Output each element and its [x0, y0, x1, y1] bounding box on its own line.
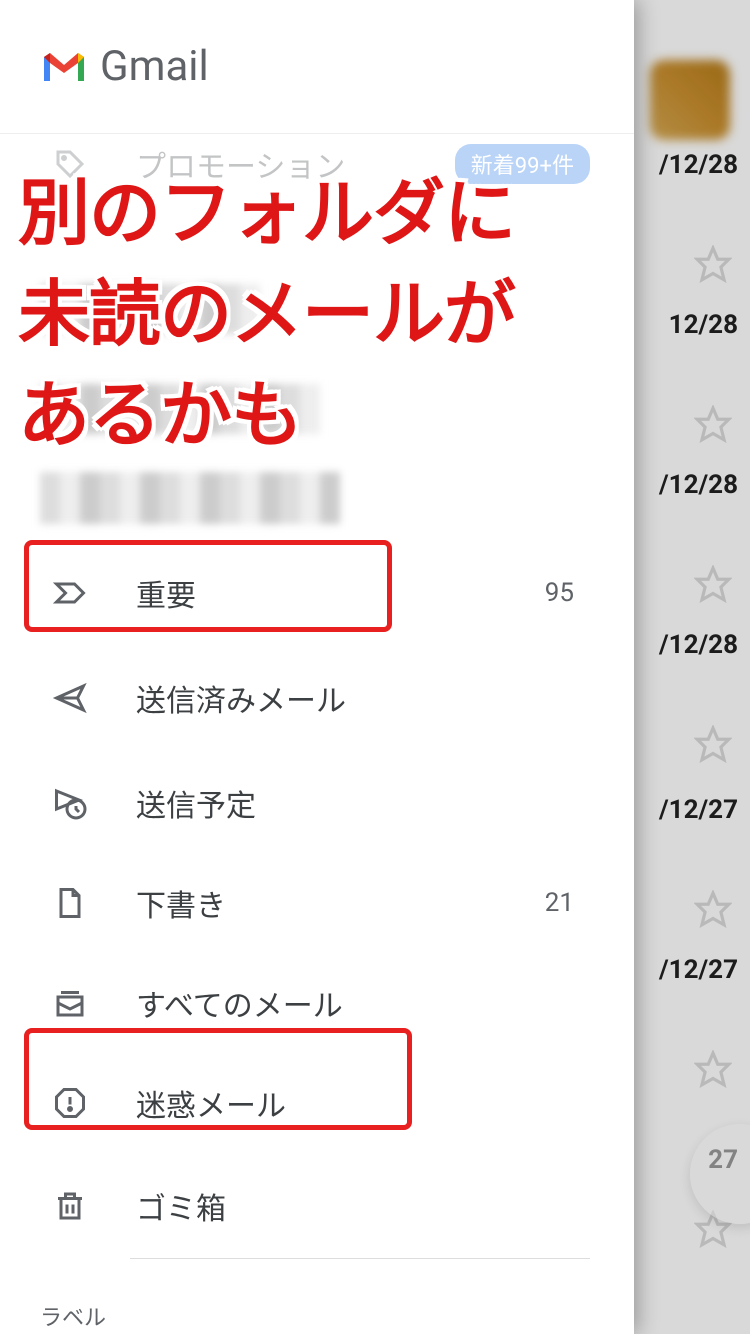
- redacted-area: [40, 284, 260, 334]
- navigation-drawer: Gmail プロモーション 新着99+件 重要 95 送信済みメール 送信: [0, 0, 634, 1334]
- drawer-scrim[interactable]: [630, 0, 750, 1334]
- nav-sent[interactable]: 送信済みメール: [0, 650, 634, 746]
- nav-label: プロモーション: [136, 142, 455, 186]
- labels-section-header: ラベル: [0, 1300, 106, 1332]
- nav-important[interactable]: 重要 95: [0, 545, 634, 641]
- nav-label: ゴミ箱: [136, 1184, 634, 1228]
- nav-label: すべてのメール: [136, 981, 634, 1025]
- send-icon: [50, 678, 90, 718]
- nav-label: 送信済みメール: [136, 676, 634, 720]
- nav-trash[interactable]: ゴミ箱: [0, 1158, 634, 1254]
- spam-icon: [50, 1083, 90, 1123]
- gmail-m-icon: [40, 49, 88, 85]
- stacked-mail-icon: [50, 983, 90, 1023]
- nav-count: 95: [545, 578, 574, 608]
- redacted-area: [40, 384, 320, 434]
- trash-icon: [50, 1186, 90, 1226]
- nav-label: 下書き: [136, 881, 545, 925]
- file-icon: [50, 883, 90, 923]
- nav-promotions[interactable]: プロモーション 新着99+件: [0, 134, 634, 194]
- tag-icon: [50, 144, 90, 184]
- nav-scheduled[interactable]: 送信予定: [0, 755, 634, 851]
- important-icon: [50, 573, 90, 613]
- nav-spam[interactable]: 迷惑メール: [0, 1055, 634, 1151]
- new-badge: 新着99+件: [455, 144, 590, 184]
- divider: [130, 1258, 590, 1259]
- nav-label: 重要: [136, 571, 545, 615]
- nav-drafts[interactable]: 下書き 21: [0, 855, 634, 951]
- nav-count: 21: [545, 888, 574, 918]
- nav-label: 迷惑メール: [136, 1081, 634, 1125]
- gmail-text: Gmail: [100, 42, 209, 91]
- gmail-logo: Gmail: [40, 42, 209, 91]
- redacted-area: [40, 472, 340, 524]
- nav-label: 送信予定: [136, 781, 634, 825]
- nav-all-mail[interactable]: すべてのメール: [0, 955, 634, 1051]
- drawer-header: Gmail: [0, 0, 634, 134]
- schedule-send-icon: [50, 783, 90, 823]
